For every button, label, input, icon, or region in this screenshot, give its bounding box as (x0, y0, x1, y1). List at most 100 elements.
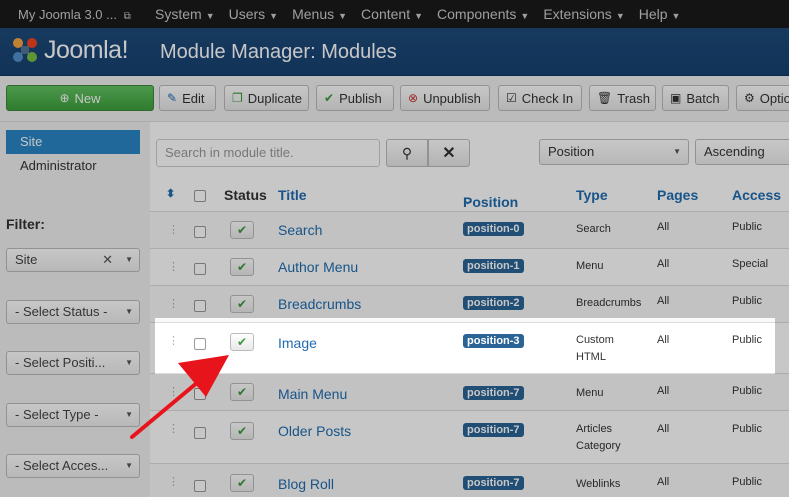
position-badge: position-7 (463, 423, 524, 437)
duplicate-button[interactable]: ❐ Duplicate (224, 85, 309, 111)
row-checkbox[interactable] (194, 480, 206, 492)
published-check-icon[interactable]: ✔ (230, 383, 254, 401)
module-type: Weblinks (576, 478, 621, 490)
menu-extensions[interactable]: Extensions ▼ (543, 6, 624, 22)
drag-handle-icon[interactable]: ⋮ (168, 475, 179, 488)
check-icon: ✔ (324, 91, 335, 105)
select-all-checkbox[interactable] (194, 190, 206, 202)
sort-direction-select[interactable]: Ascending (695, 139, 789, 165)
edit-button[interactable]: ✎ Edit (159, 85, 216, 111)
clear-search-button[interactable]: ✕ (428, 139, 470, 167)
menu-menus[interactable]: Menus ▼ (292, 6, 347, 22)
module-title-link[interactable]: Breadcrumbs (278, 296, 361, 312)
sidebar-item-site[interactable]: Site (6, 130, 140, 154)
module-title-link[interactable]: Search (278, 222, 322, 238)
row-checkbox[interactable] (194, 388, 206, 400)
table-row-highlighted: ⋮ ✔ Image position-3 Custom HTML All Publ… (150, 323, 789, 374)
checkin-button[interactable]: ☑ Check In (498, 85, 582, 111)
unpublish-button[interactable]: ⊗ Unpublish (400, 85, 490, 111)
drag-handle-icon[interactable]: ⋮ (168, 260, 179, 273)
clear-icon[interactable]: ✕ (102, 249, 113, 271)
logo-text: Joomla! (44, 35, 129, 64)
type-header[interactable]: Type (576, 187, 608, 203)
sidebar: Site Administrator Filter: Site ✕ ▼ - Se… (0, 122, 150, 497)
site-name: My Joomla 3.0 ... (18, 6, 117, 22)
publish-button[interactable]: ✔ Publish (316, 85, 394, 111)
type-filter-select[interactable]: - Select Type - ▼ (6, 403, 140, 427)
search-input[interactable]: Search in module title. (156, 139, 380, 167)
menu-users[interactable]: Users ▼ (229, 6, 278, 22)
position-badge: position-7 (463, 476, 524, 490)
access-header[interactable]: Access (732, 187, 781, 203)
module-title-link[interactable]: Older Posts (278, 423, 351, 439)
chevron-down-icon: ▼ (125, 307, 133, 316)
row-checkbox[interactable] (194, 226, 206, 238)
module-type: Custom HTML (576, 334, 614, 363)
table-row: ⋮ ✔ Search position-0 Search All Public (150, 212, 789, 249)
caret-down-icon: ▼ (269, 11, 279, 21)
published-check-icon[interactable]: ✔ (230, 295, 254, 313)
menu-help[interactable]: Help ▼ (639, 6, 681, 22)
sidebar-item-administrator[interactable]: Administrator (6, 154, 140, 178)
trash-button[interactable]: 🗑 Trash (589, 85, 656, 111)
plus-circle-icon: ⊕ (59, 91, 70, 105)
module-access: Public (732, 295, 762, 307)
access-filter-select[interactable]: - Select Acces... ▼ (6, 454, 140, 478)
published-check-icon[interactable]: ✔ (230, 422, 254, 440)
caret-down-icon: ▼ (205, 11, 215, 21)
menu-content[interactable]: Content ▼ (361, 6, 423, 22)
main-content: Search in module title. ⚲ ✕ Position ▼ A… (150, 122, 789, 497)
search-icon: ⚲ (401, 144, 413, 161)
position-filter-select[interactable]: - Select Positi... ▼ (6, 351, 140, 375)
drag-handle-icon[interactable]: ⋮ (168, 385, 179, 398)
options-button[interactable]: ⚙Options (736, 85, 789, 111)
module-title-link[interactable]: Author Menu (278, 259, 358, 275)
search-button[interactable]: ⚲ (386, 139, 428, 167)
row-checkbox[interactable] (194, 263, 206, 275)
copy-icon: ❐ (232, 91, 243, 105)
drag-handle-icon[interactable]: ⋮ (168, 223, 179, 236)
module-title-link[interactable]: Blog Roll (278, 476, 334, 492)
new-button[interactable]: ⊕ New (6, 85, 154, 111)
caret-down-icon: ▼ (414, 11, 424, 21)
title-header[interactable]: Title (278, 187, 307, 203)
chevron-down-icon: ▼ (673, 147, 681, 156)
menu-components[interactable]: Components ▼ (437, 6, 529, 22)
module-access: Public (732, 385, 762, 397)
module-type: Search (576, 223, 611, 235)
joomla-logo-icon (13, 38, 37, 62)
module-title-link[interactable]: Main Menu (278, 386, 347, 402)
row-checkbox[interactable] (194, 300, 206, 312)
status-header[interactable]: Status (224, 187, 267, 203)
published-check-icon[interactable]: ✔ (230, 221, 254, 239)
module-type: Breadcrumbs (576, 297, 642, 309)
row-checkbox[interactable] (194, 427, 206, 439)
module-pages: All (657, 334, 670, 346)
module-pages: All (657, 258, 670, 270)
position-badge: position-2 (463, 296, 524, 310)
published-check-icon[interactable]: ✔ (230, 258, 254, 276)
cancel-circle-icon: ⊗ (408, 91, 419, 105)
chevron-down-icon: ⌄ (463, 195, 473, 207)
pages-header[interactable]: Pages (657, 187, 698, 203)
filter-label: Filter: (6, 216, 45, 232)
menu-system[interactable]: System ▼ (155, 6, 215, 22)
module-title-link[interactable]: Image (278, 335, 317, 351)
published-check-icon[interactable]: ✔ (230, 333, 254, 351)
sort-field-select[interactable]: Position ▼ (539, 139, 689, 165)
row-checkbox[interactable] (194, 338, 206, 350)
ordering-icon[interactable]: ⬍ (166, 187, 175, 200)
joomla-logo[interactable]: Joomla! (10, 35, 129, 65)
caret-down-icon: ▼ (615, 11, 625, 21)
batch-button[interactable]: ▣ Batch (662, 85, 729, 111)
table-row: ⋮ ✔ Blog Roll position-7 Weblinks All Pu… (150, 464, 789, 497)
checkbox-icon: ☑ (506, 91, 517, 105)
status-filter-select[interactable]: - Select Status - ▼ (6, 300, 140, 324)
drag-handle-icon[interactable]: ⋮ (168, 422, 179, 435)
site-link[interactable]: My Joomla 3.0 ... ⧉ (0, 7, 155, 22)
drag-handle-icon[interactable]: ⋮ (168, 297, 179, 310)
published-check-icon[interactable]: ✔ (230, 474, 254, 492)
module-access: Public (732, 476, 762, 488)
client-filter-select[interactable]: Site ✕ ▼ (6, 248, 140, 272)
drag-handle-icon[interactable]: ⋮ (168, 334, 179, 347)
